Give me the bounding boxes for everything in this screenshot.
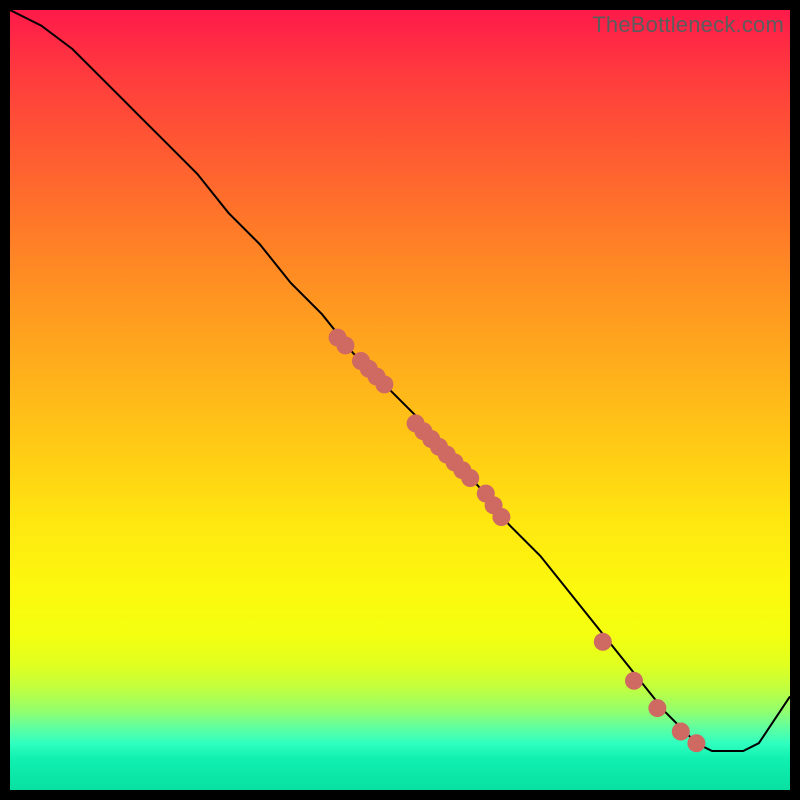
data-point (687, 734, 705, 752)
data-point (492, 508, 510, 526)
chart-frame: TheBottleneck.com (0, 0, 800, 800)
data-point (461, 469, 479, 487)
data-point (648, 699, 666, 717)
plot-area: TheBottleneck.com (10, 10, 790, 790)
data-point (336, 336, 354, 354)
data-point (672, 723, 690, 741)
data-point (594, 633, 612, 651)
chart-svg (10, 10, 790, 790)
data-point (625, 672, 643, 690)
scatter-dots (329, 329, 706, 753)
data-point (375, 375, 393, 393)
bottleneck-curve (10, 10, 790, 751)
